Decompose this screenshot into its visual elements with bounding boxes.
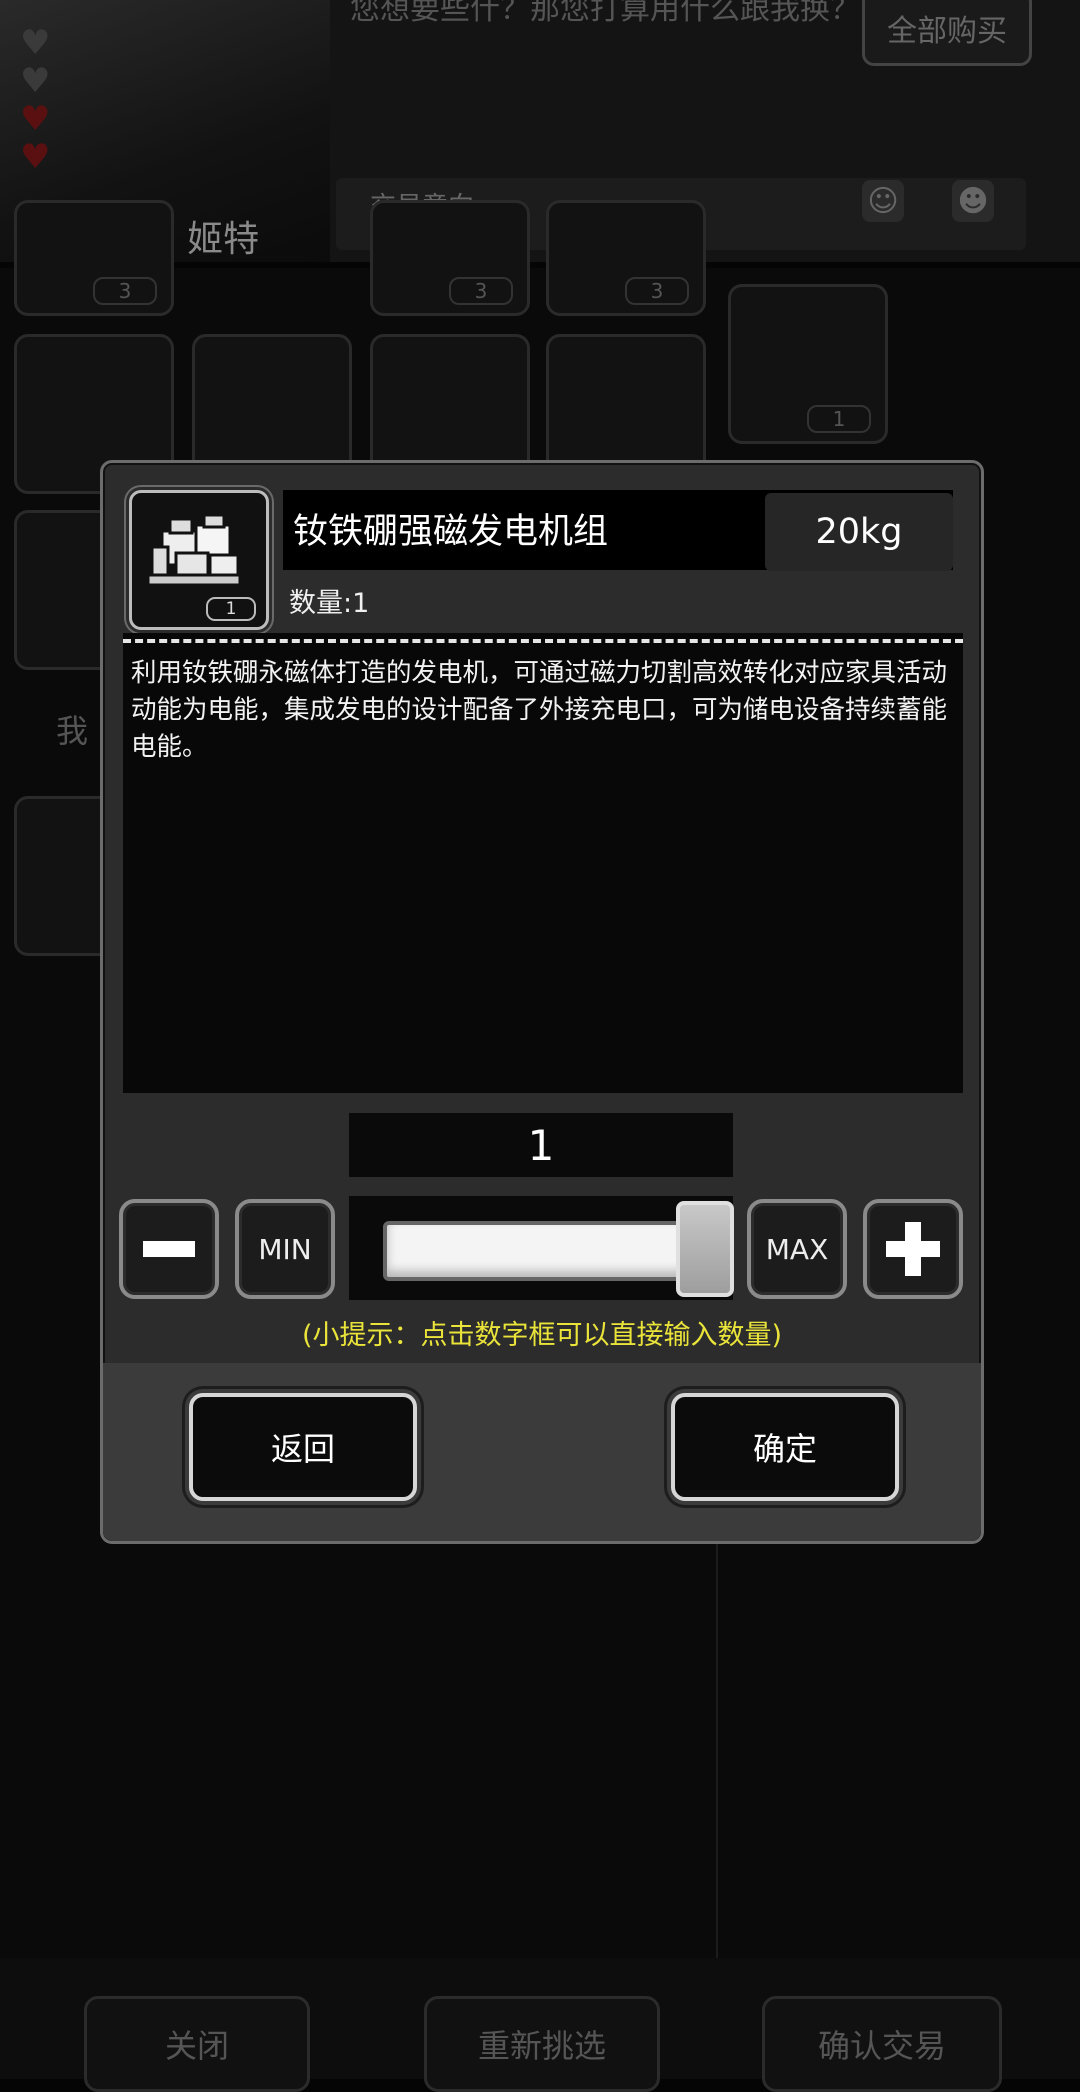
slot-count: 3 bbox=[449, 277, 513, 305]
player-side-label: 我 bbox=[56, 712, 89, 750]
heart-icon: ♥ bbox=[20, 99, 51, 139]
confirm-button[interactable]: 确定 bbox=[671, 1393, 899, 1501]
slider-fill bbox=[383, 1221, 701, 1281]
max-button[interactable]: MAX bbox=[747, 1199, 847, 1299]
heart-icon: ♥ bbox=[20, 137, 51, 177]
item-name: 钕铁硼强磁发电机组 bbox=[293, 512, 609, 552]
slot-count: 3 bbox=[93, 277, 157, 305]
generator-icon bbox=[146, 513, 242, 587]
item-weight: 20kg bbox=[765, 493, 953, 571]
item-quantity-label: 数量:1 bbox=[289, 588, 370, 619]
smile-face-icon: ☺ bbox=[862, 180, 904, 222]
happy-face-icon: ☻ bbox=[952, 180, 994, 222]
dashed-divider bbox=[123, 639, 963, 643]
buy-all-button[interactable]: 全部购买 bbox=[862, 0, 1032, 66]
heart-icon: ♥ bbox=[20, 61, 51, 101]
item-quantity-dialog: 1 钕铁硼强磁发电机组 20kg 数量:1 利用钕铁硼永磁体打造的发电机，可通过… bbox=[100, 460, 984, 1544]
reselect-button[interactable]: 重新挑选 bbox=[424, 1996, 660, 2092]
inventory-slot-selected[interactable]: 1 bbox=[728, 284, 888, 444]
increase-button[interactable] bbox=[863, 1199, 963, 1299]
back-button[interactable]: 返回 bbox=[189, 1393, 417, 1501]
affection-hearts: ♥ ♥ ♥ ♥ bbox=[20, 24, 60, 176]
merchant-dialogue: 您想要些什？那您打算用什么跟我换？ bbox=[350, 0, 860, 27]
slider-handle[interactable] bbox=[676, 1201, 734, 1297]
decrease-button[interactable] bbox=[119, 1199, 219, 1299]
close-button[interactable]: 关闭 bbox=[84, 1996, 310, 2092]
confirm-trade-button[interactable]: 确认交易 bbox=[762, 1996, 1002, 2092]
slot-count: 1 bbox=[807, 405, 871, 433]
plus-icon bbox=[886, 1222, 940, 1276]
inventory-slot[interactable]: 3 bbox=[546, 200, 706, 316]
item-icon-count: 1 bbox=[206, 597, 256, 621]
item-description: 利用钕铁硼永磁体打造的发电机，可通过磁力切割高效转化对应家具活动动能为电能，集成… bbox=[131, 658, 948, 762]
input-hint: (小提示：点击数字框可以直接输入数量) bbox=[301, 1320, 783, 1351]
min-button[interactable]: MIN bbox=[235, 1199, 335, 1299]
slot-count: 3 bbox=[625, 277, 689, 305]
item-icon-frame: 1 bbox=[129, 490, 269, 630]
inventory-slot[interactable]: 3 bbox=[370, 200, 530, 316]
inventory-slot[interactable]: 3 bbox=[14, 200, 174, 316]
heart-icon: ♥ bbox=[20, 23, 51, 63]
quantity-input[interactable]: 1 bbox=[349, 1113, 733, 1177]
minus-icon bbox=[143, 1241, 195, 1257]
